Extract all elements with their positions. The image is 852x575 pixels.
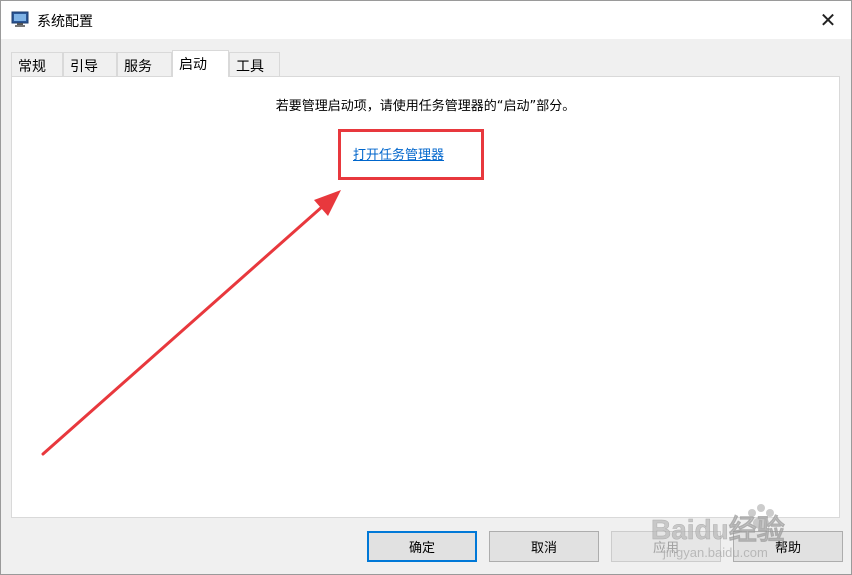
tab-startup[interactable]: 启动 <box>172 50 229 77</box>
baidu-jingyan-watermark: Baidu经验 jingyan.baidu.com <box>651 504 785 560</box>
cancel-button[interactable]: 取消 <box>489 531 599 562</box>
arrow-shaft <box>41 204 325 456</box>
system-config-window: 系统配置 ✕ 常规 引导 服务 启动 工具 若要管理启动项，请使用任务管理器的“… <box>0 0 852 575</box>
svg-text:jingyan.baidu.com: jingyan.baidu.com <box>662 545 768 560</box>
svg-text:Baidu经验: Baidu经验 <box>651 513 785 545</box>
ok-button[interactable]: 确定 <box>367 531 477 562</box>
annotation-arrow <box>41 190 341 456</box>
